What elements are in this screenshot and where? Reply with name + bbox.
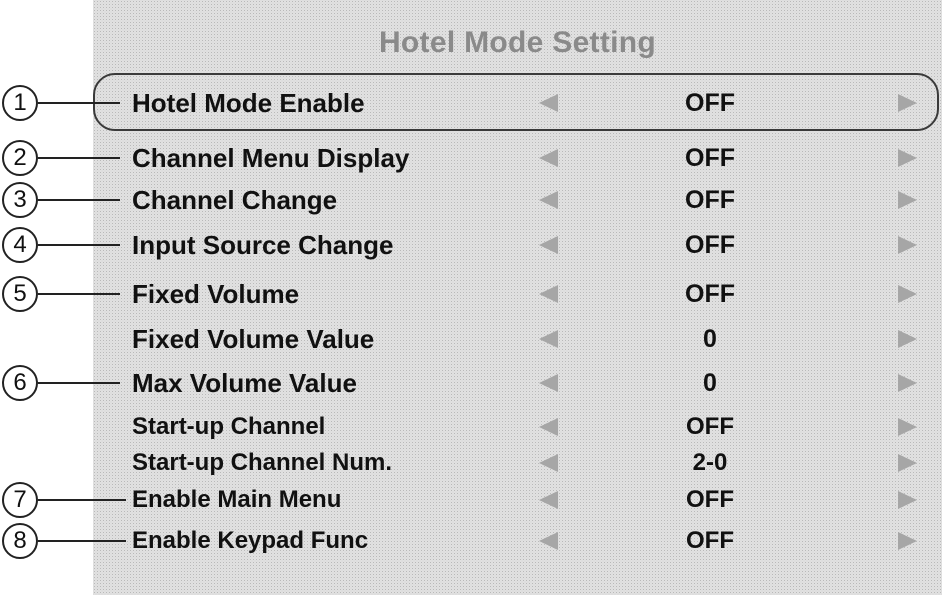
- callout-leader-line: [38, 244, 120, 246]
- right-arrow-icon[interactable]: [898, 374, 917, 392]
- callout-leader-line: [38, 540, 126, 542]
- right-arrow-icon[interactable]: [898, 418, 917, 436]
- menu-label: Enable Keypad Func: [132, 527, 369, 554]
- menu-label: Channel Change: [132, 185, 338, 215]
- right-arrow-icon[interactable]: [898, 491, 917, 509]
- callout-leader-line: [38, 102, 120, 104]
- right-arrow-icon[interactable]: [898, 94, 917, 112]
- callout-marker: 2: [2, 140, 38, 176]
- left-arrow-icon[interactable]: [539, 330, 558, 348]
- right-arrow-icon[interactable]: [898, 330, 917, 348]
- menu-row-enable-keypad-func[interactable]: 8 Enable Keypad Func OFF: [0, 518, 942, 564]
- callout-marker: 7: [2, 482, 38, 518]
- menu-value: OFF: [685, 89, 735, 117]
- right-arrow-icon[interactable]: [898, 454, 917, 472]
- menu-value: 0: [703, 369, 717, 397]
- menu-label: Enable Main Menu: [132, 486, 342, 513]
- right-arrow-icon[interactable]: [898, 532, 917, 550]
- callout-leader-line: [38, 382, 120, 384]
- callout-leader-line: [38, 157, 120, 159]
- right-arrow-icon[interactable]: [898, 285, 917, 303]
- left-arrow-icon[interactable]: [539, 94, 558, 112]
- menu-label: Max Volume Value: [132, 368, 357, 398]
- left-arrow-icon[interactable]: [539, 532, 558, 550]
- menu-row-fixed-volume-value[interactable]: Fixed Volume Value 0: [0, 316, 942, 362]
- callout-marker: 8: [2, 523, 38, 559]
- menu-label: Channel Menu Display: [132, 143, 410, 173]
- menu-row-enable-main-menu[interactable]: 7 Enable Main Menu OFF: [0, 477, 942, 523]
- callout-marker: 3: [2, 182, 38, 218]
- left-arrow-icon[interactable]: [539, 418, 558, 436]
- menu-value: OFF: [685, 186, 735, 214]
- right-arrow-icon[interactable]: [898, 236, 917, 254]
- callout-marker: 1: [2, 85, 38, 121]
- menu-row-fixed-volume[interactable]: 5 Fixed Volume OFF: [0, 271, 942, 317]
- menu-row-input-source-change[interactable]: 4 Input Source Change OFF: [0, 222, 942, 268]
- left-arrow-icon[interactable]: [539, 454, 558, 472]
- left-arrow-icon[interactable]: [539, 236, 558, 254]
- callout-marker: 6: [2, 365, 38, 401]
- menu-value: OFF: [685, 280, 735, 308]
- menu-row-channel-menu-display[interactable]: 2 Channel Menu Display OFF: [0, 135, 942, 181]
- left-arrow-icon[interactable]: [539, 285, 558, 303]
- callout-leader-line: [38, 293, 120, 295]
- left-arrow-icon[interactable]: [539, 374, 558, 392]
- menu-row-hotel-mode-enable[interactable]: 1 Hotel Mode Enable OFF: [0, 80, 942, 126]
- menu-label: Hotel Mode Enable: [132, 88, 365, 118]
- callout-leader-line: [38, 499, 126, 501]
- menu-value: OFF: [686, 486, 734, 513]
- left-arrow-icon[interactable]: [539, 149, 558, 167]
- menu-label: Input Source Change: [132, 230, 394, 260]
- left-arrow-icon[interactable]: [539, 191, 558, 209]
- right-arrow-icon[interactable]: [898, 191, 917, 209]
- menu-value: OFF: [685, 144, 735, 172]
- callout-marker: 5: [2, 276, 38, 312]
- menu-label: Fixed Volume Value: [132, 324, 375, 354]
- callout-marker: 4: [2, 227, 38, 263]
- menu-row-channel-change[interactable]: 3 Channel Change OFF: [0, 177, 942, 223]
- menu-value: OFF: [686, 527, 734, 554]
- menu-row-max-volume-value[interactable]: 6 Max Volume Value 0: [0, 360, 942, 406]
- right-arrow-icon[interactable]: [898, 149, 917, 167]
- callout-leader-line: [38, 199, 120, 201]
- left-arrow-icon[interactable]: [539, 491, 558, 509]
- menu-value: 0: [703, 325, 717, 353]
- menu-label: Fixed Volume: [132, 279, 300, 309]
- menu-title: Hotel Mode Setting: [378, 26, 657, 59]
- menu-value: OFF: [685, 231, 735, 259]
